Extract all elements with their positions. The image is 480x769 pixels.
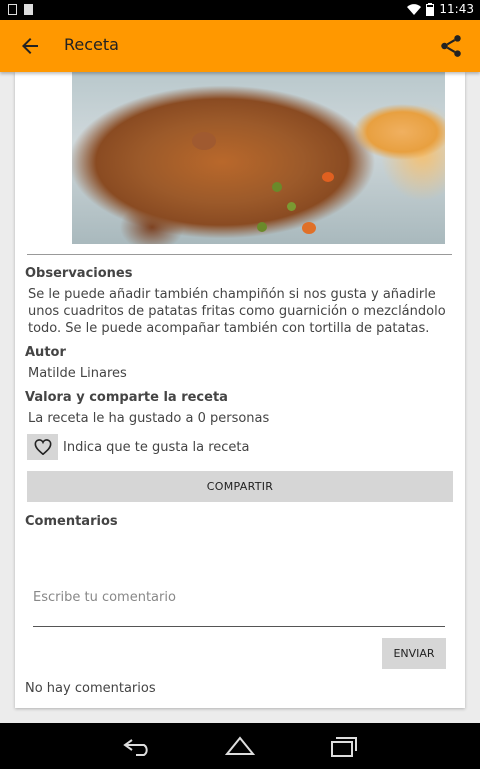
recipe-photo <box>72 72 445 244</box>
notification-icon <box>24 4 33 15</box>
heart-icon <box>34 439 51 455</box>
divider <box>27 254 452 255</box>
wifi-icon <box>407 3 422 15</box>
comment-input[interactable] <box>33 568 445 627</box>
like-prompt: Indica que te gusta la receta <box>63 440 250 455</box>
nav-back-icon[interactable] <box>122 734 154 758</box>
nav-home-icon[interactable] <box>224 734 256 758</box>
author-name: Matilde Linares <box>28 366 127 381</box>
send-button[interactable]: ENVIAR <box>382 638 446 669</box>
observations-label: Observaciones <box>25 266 133 281</box>
notification-icon <box>8 4 17 15</box>
like-button[interactable] <box>27 434 58 460</box>
rate-label: Valora y comparte la receta <box>25 390 228 405</box>
recipe-card: Observaciones Se le puede añadir también… <box>15 72 465 708</box>
back-arrow-icon[interactable] <box>18 34 42 58</box>
navigation-bar <box>0 723 480 769</box>
observations-text: Se le puede añadir también champiñón si … <box>28 287 446 336</box>
share-button[interactable]: COMPARTIR <box>27 471 453 502</box>
share-icon[interactable] <box>438 33 464 59</box>
likes-count-text: La receta le ha gustado a 0 personas <box>28 411 270 426</box>
app-bar: Receta <box>0 20 480 72</box>
status-bar: 11:43 <box>0 0 480 20</box>
nav-recents-icon[interactable] <box>328 734 360 758</box>
comments-label: Comentarios <box>25 514 118 529</box>
page-title: Receta <box>64 35 119 54</box>
no-comments-text: No hay comentarios <box>25 681 156 696</box>
status-time: 11:43 <box>439 2 474 16</box>
author-label: Autor <box>25 345 66 360</box>
battery-icon <box>426 2 435 16</box>
